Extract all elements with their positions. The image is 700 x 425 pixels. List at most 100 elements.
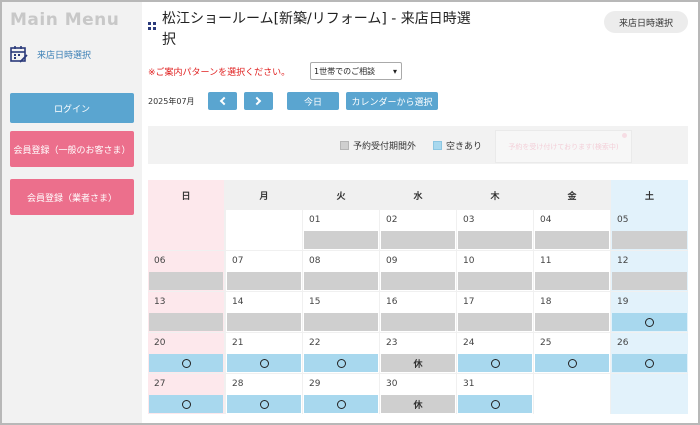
register-general-button[interactable]: 会員登録（一般のお客さま） — [10, 131, 134, 167]
calendar-day-cell[interactable]: 31 — [457, 374, 533, 414]
available-slot[interactable] — [535, 354, 609, 372]
calendar-day-cell[interactable]: 27 — [148, 374, 224, 414]
weekday-header: 水 — [380, 180, 456, 210]
legend-closed: 予約受付期間外 — [340, 139, 416, 152]
day-number: 31 — [463, 379, 475, 389]
calendar-day-cell: 03 — [457, 210, 533, 250]
available-slot[interactable] — [227, 354, 301, 372]
day-number: 10 — [463, 256, 475, 266]
day-number: 23 — [386, 338, 398, 348]
calendar-day-cell[interactable]: 29 — [303, 374, 379, 414]
calendar-cell-empty — [534, 374, 610, 414]
calendar-icon — [10, 46, 28, 63]
available-slot[interactable] — [612, 354, 687, 372]
circle-icon — [181, 358, 191, 368]
calendar-cell-empty — [611, 374, 688, 414]
available-slot[interactable] — [149, 354, 223, 372]
day-number: 17 — [463, 297, 475, 307]
sidebar-link-label: 来店日時選択 — [37, 50, 92, 61]
calendar-day-cell[interactable]: 22 — [303, 333, 379, 373]
calendar-day-cell[interactable]: 25 — [534, 333, 610, 373]
calendar-day-cell: 14 — [226, 292, 302, 332]
closed-slot — [304, 272, 378, 290]
calendar-day-cell: 04 — [534, 210, 610, 250]
weekday-header: 月 — [226, 180, 302, 210]
calendar-day-cell: 11 — [534, 251, 610, 291]
today-button[interactable]: 今日 — [287, 92, 339, 110]
calendar-grid: 日月火水木金土 01 02 03 04 05 06 07 08 09 10 11 12 13 14 15 16 1… — [148, 180, 688, 414]
calendar-day-cell: 06 — [148, 251, 224, 291]
calendar-day-cell: 10 — [457, 251, 533, 291]
day-number: 02 — [386, 215, 398, 225]
chevron-right-icon — [252, 96, 262, 106]
available-slot[interactable] — [612, 313, 687, 331]
calendar-day-cell: 02 — [380, 210, 456, 250]
calendar-day-cell[interactable]: 26 — [611, 333, 688, 373]
available-slot[interactable] — [458, 354, 532, 372]
closed-slot — [227, 272, 301, 290]
prev-month-button[interactable] — [208, 92, 237, 110]
weekday-header: 金 — [534, 180, 610, 210]
day-number: 12 — [617, 256, 629, 266]
day-number: 16 — [386, 297, 398, 307]
circle-icon — [490, 358, 500, 368]
calendar-day-cell[interactable]: 19 — [611, 292, 688, 332]
day-number: 01 — [309, 215, 321, 225]
circle-icon — [645, 358, 654, 368]
sidebar-link-reservation[interactable]: 来店日時選択 — [10, 45, 91, 63]
circle-icon — [259, 358, 269, 368]
calendar-day-cell[interactable]: 28 — [226, 374, 302, 414]
calendar-day-cell: 08 — [303, 251, 379, 291]
closed-slot — [458, 231, 532, 249]
pattern-select[interactable]: 1世帯でのご相談 ▾ — [310, 62, 402, 80]
calendar-day-cell: 15 — [303, 292, 379, 332]
available-slot[interactable] — [304, 395, 378, 413]
closed-slot — [381, 272, 455, 290]
closed-slot — [304, 231, 378, 249]
legend-closed-label: 予約受付期間外 — [353, 142, 417, 152]
closed-slot — [381, 313, 455, 331]
circle-icon — [645, 317, 654, 327]
page-title: 松江ショールーム[新築/リフォーム] - 来店日時選択 — [162, 11, 471, 48]
reservation-top-button[interactable]: 来店日時選択 — [604, 11, 688, 33]
login-button[interactable]: ログイン — [10, 93, 134, 123]
closed-slot — [535, 231, 609, 249]
holiday-slot: 休 — [381, 395, 455, 413]
available-slot[interactable] — [149, 395, 223, 413]
calendar-day-cell: 01 — [303, 210, 379, 250]
closed-slot — [458, 313, 532, 331]
calendar-day-cell[interactable]: 20 — [148, 333, 224, 373]
calendar-day-cell[interactable]: 21 — [226, 333, 302, 373]
calendar-select-button[interactable]: カレンダーから選択 — [346, 92, 438, 110]
closed-slot — [149, 313, 223, 331]
day-number: 27 — [154, 379, 166, 389]
calendar-day-cell[interactable]: 24 — [457, 333, 533, 373]
day-number: 04 — [540, 215, 552, 225]
dot-icon — [622, 133, 627, 138]
day-number: 07 — [232, 256, 244, 266]
calendar-day-cell: 30 休 — [380, 374, 456, 414]
calendar-cell-empty — [226, 210, 302, 250]
day-number: 25 — [540, 338, 552, 348]
circle-icon — [490, 399, 500, 409]
day-number: 21 — [232, 338, 244, 348]
chevron-left-icon — [219, 96, 229, 106]
register-business-button[interactable]: 会員登録（業者さま） — [10, 179, 134, 215]
legend-faded-label: 予約を受け付けております(検索中) — [508, 142, 619, 151]
pattern-label: ※ご案内パターンを選択ください。 — [148, 68, 291, 78]
calendar-day-cell: 09 — [380, 251, 456, 291]
circle-icon — [567, 358, 577, 368]
available-slot[interactable] — [458, 395, 532, 413]
calendar-day-cell: 18 — [534, 292, 610, 332]
closed-slot — [612, 231, 687, 249]
circle-icon — [336, 358, 346, 368]
closed-slot — [227, 313, 301, 331]
available-slot[interactable] — [227, 395, 301, 413]
next-month-button[interactable] — [244, 92, 273, 110]
legend-closed-swatch — [340, 141, 349, 150]
closed-slot — [612, 272, 687, 290]
calendar-day-cell: 17 — [457, 292, 533, 332]
available-slot[interactable] — [304, 354, 378, 372]
legend-faded-box: 予約を受け付けております(検索中) — [495, 130, 632, 163]
day-number: 26 — [617, 338, 629, 348]
